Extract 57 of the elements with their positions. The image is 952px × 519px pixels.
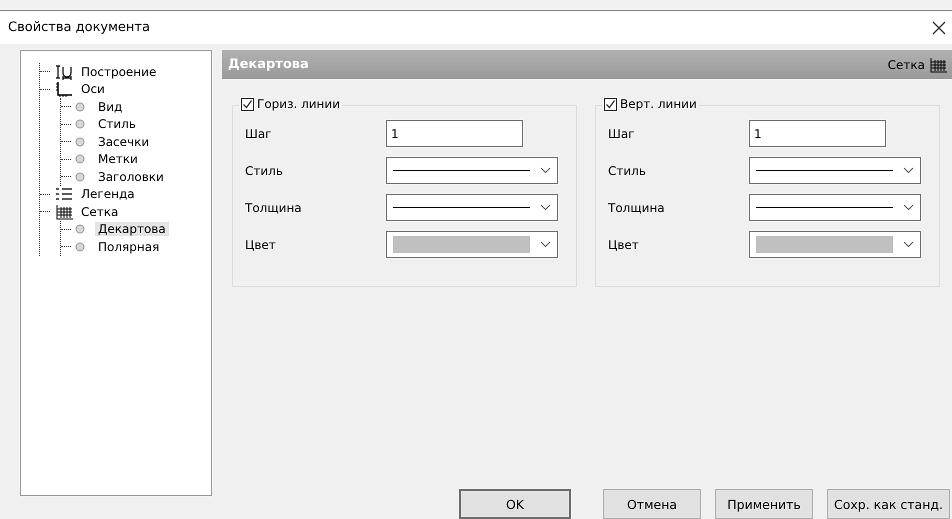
line-dropdown[interactable] [386, 157, 558, 184]
tree-item[interactable]: Вид [95, 100, 126, 114]
checkbox[interactable] [604, 98, 617, 110]
tree-item[interactable]: Сетка [78, 204, 122, 219]
legend-icon [54, 186, 74, 202]
bullet-icon [75, 102, 85, 112]
dialog-button[interactable]: Отмена [603, 489, 701, 519]
color-dropdown[interactable] [386, 231, 558, 258]
field-label: Шаг [608, 126, 636, 140]
build-icon [54, 64, 74, 80]
line-dropdown[interactable] [386, 194, 558, 221]
bullet-icon [75, 154, 85, 164]
window-title: Свойства документа [8, 20, 150, 35]
panel-title: Декартова [228, 57, 309, 72]
field-label: Шаг [245, 126, 272, 140]
field-label: Толщина [608, 200, 666, 214]
tree-item[interactable]: Стиль [95, 117, 139, 132]
close-icon[interactable] [932, 20, 946, 34]
tree-item[interactable]: Оси [78, 82, 108, 96]
line-dropdown[interactable] [749, 194, 921, 221]
chevron-down-icon [540, 241, 551, 248]
field-label: Цвет [608, 238, 640, 252]
group-title: Гориз. линии [257, 97, 340, 111]
bullet-icon [75, 224, 85, 234]
tree-item[interactable]: Заголовки [95, 170, 167, 184]
tree-item[interactable]: Полярная [95, 240, 162, 254]
color-dropdown[interactable] [749, 231, 921, 258]
chevron-down-icon [903, 167, 914, 174]
field-label: Стиль [608, 164, 647, 178]
axes-icon [54, 81, 74, 98]
dialog-button[interactable]: Применить [715, 489, 813, 519]
dialog-button[interactable]: Сохр. как станд. [827, 489, 950, 519]
line-dropdown[interactable] [749, 157, 921, 184]
field-label: Толщина [245, 200, 303, 214]
group-title: Верт. линии [620, 97, 697, 111]
chevron-down-icon [540, 204, 551, 211]
section-label: Сетка [888, 58, 925, 72]
dialog-button[interactable]: OK [459, 489, 571, 519]
tree-item[interactable]: Засечки [95, 134, 152, 149]
chevron-down-icon [540, 167, 551, 174]
input-field[interactable]: 1 [386, 120, 523, 147]
input-field[interactable]: 1 [749, 120, 886, 147]
chevron-down-icon [903, 241, 914, 248]
tree-item[interactable]: Построение [78, 64, 160, 79]
bullet-icon [75, 172, 85, 182]
bullet-icon [75, 119, 85, 130]
bullet-icon [75, 136, 85, 147]
tree-item[interactable]: Метки [95, 152, 141, 166]
field-label: Цвет [245, 238, 277, 252]
grid-icon [928, 56, 948, 72]
chevron-down-icon [903, 204, 914, 211]
tree-item[interactable]: Декартова [95, 222, 169, 236]
field-label: Стиль [245, 164, 284, 178]
bullet-icon [75, 242, 85, 252]
grid-icon [54, 204, 74, 220]
checkbox[interactable] [241, 98, 254, 110]
tree-item[interactable]: Легенда [78, 187, 138, 202]
